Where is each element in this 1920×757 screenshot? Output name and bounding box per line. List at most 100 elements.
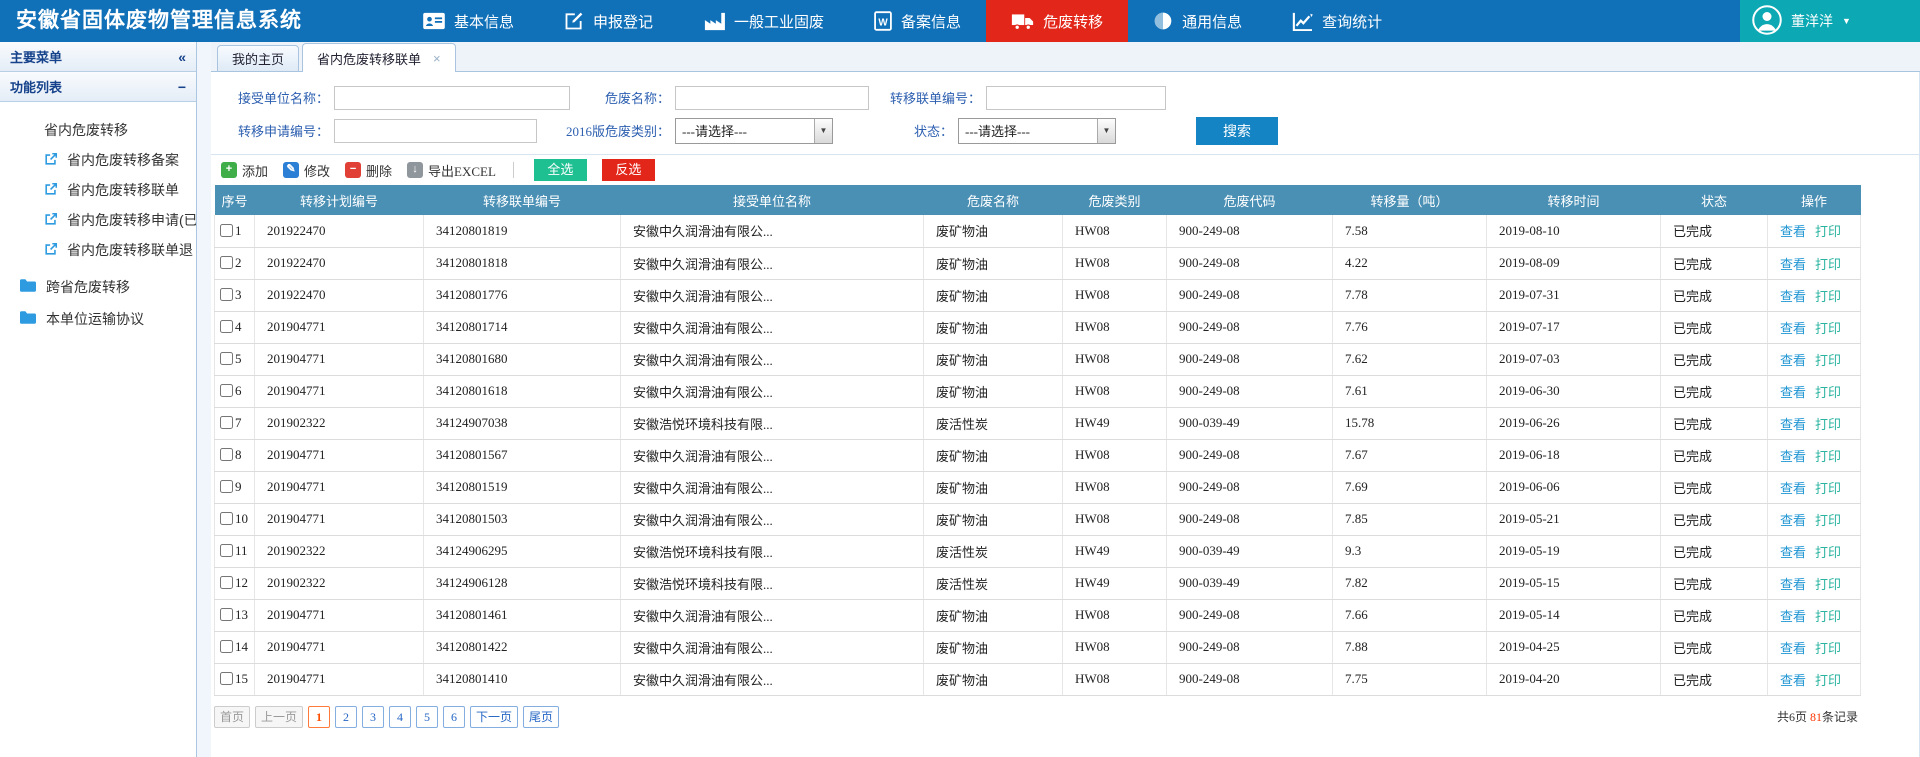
print-link[interactable]: 打印 xyxy=(1815,289,1841,304)
row-checkbox[interactable] xyxy=(220,544,233,557)
delete-button[interactable]: − 删除 xyxy=(345,161,392,180)
next-page-button[interactable]: 下一页 xyxy=(470,706,518,728)
row-checkbox[interactable] xyxy=(220,416,233,429)
row-checkbox[interactable] xyxy=(220,576,233,589)
user-menu[interactable]: 董洋洋 ▼ xyxy=(1740,0,1920,42)
search-button[interactable]: 搜索 xyxy=(1196,117,1278,145)
view-link[interactable]: 查看 xyxy=(1780,289,1806,304)
select-all-button[interactable]: 全选 xyxy=(534,159,587,181)
nav-item-record-info[interactable]: W 备案信息 xyxy=(849,0,986,42)
view-link[interactable]: 查看 xyxy=(1780,321,1806,336)
print-link[interactable]: 打印 xyxy=(1815,385,1841,400)
sidebar-link-item[interactable]: 省内危废转移联单退 xyxy=(0,235,196,265)
view-link[interactable]: 查看 xyxy=(1780,385,1806,400)
prev-page-button[interactable]: 上一页 xyxy=(255,706,303,728)
row-checkbox[interactable] xyxy=(220,256,233,269)
status-select-value: ---请选择--- xyxy=(965,121,1030,140)
print-link[interactable]: 打印 xyxy=(1815,673,1841,688)
sidebar-group-intra-province-transfer[interactable]: 省内危废转移 xyxy=(0,115,196,145)
add-button[interactable]: + 添加 xyxy=(221,161,268,180)
row-checkbox[interactable] xyxy=(220,384,233,397)
nav-item-hazardous-transfer[interactable]: 危废转移 xyxy=(986,0,1128,42)
view-link[interactable]: 查看 xyxy=(1780,545,1806,560)
status-select[interactable]: ---请选择--- ▼ xyxy=(958,118,1116,144)
nav-item-general-info[interactable]: 通用信息 xyxy=(1128,0,1267,42)
print-link[interactable]: 打印 xyxy=(1815,417,1841,432)
invert-selection-button[interactable]: 反选 xyxy=(602,159,655,181)
print-link[interactable]: 打印 xyxy=(1815,609,1841,624)
collapse-left-icon[interactable]: « xyxy=(178,49,186,65)
view-link[interactable]: 查看 xyxy=(1780,224,1806,239)
view-link[interactable]: 查看 xyxy=(1780,641,1806,656)
cell-code: 900-249-08 xyxy=(1167,631,1333,663)
minus-icon[interactable]: − xyxy=(178,79,186,95)
view-link[interactable]: 查看 xyxy=(1780,609,1806,624)
total-pages-text: 共6页 xyxy=(1777,710,1807,724)
table-row: 3 201922470 34120801776 安徽中久润滑油有限公... 废矿… xyxy=(215,279,1861,311)
sidebar-folder-item[interactable]: 本单位运输协议 xyxy=(0,303,196,335)
view-link[interactable]: 查看 xyxy=(1780,257,1806,272)
apply-no-input[interactable] xyxy=(334,119,537,143)
receiver-input[interactable] xyxy=(334,86,570,110)
row-checkbox[interactable] xyxy=(220,672,233,685)
row-checkbox[interactable] xyxy=(220,352,233,365)
view-link[interactable]: 查看 xyxy=(1780,673,1806,688)
row-checkbox[interactable] xyxy=(220,608,233,621)
sidebar-splitter[interactable] xyxy=(197,42,211,757)
edit-button[interactable]: ✎ 修改 xyxy=(283,161,330,180)
sidebar-folder-item[interactable]: 跨省危废转移 xyxy=(0,271,196,303)
page-number-button[interactable]: 4 xyxy=(389,706,411,728)
select-arrow-icon[interactable]: ▼ xyxy=(814,119,832,143)
page-number-button[interactable]: 6 xyxy=(443,706,465,728)
nav-label: 备案信息 xyxy=(901,11,961,32)
row-checkbox[interactable] xyxy=(220,320,233,333)
sidebar-link-item[interactable]: 省内危废转移备案 xyxy=(0,145,196,175)
page-number-button[interactable]: 3 xyxy=(362,706,384,728)
view-link[interactable]: 查看 xyxy=(1780,353,1806,368)
page-number-button[interactable]: 1 xyxy=(308,706,330,728)
export-excel-button[interactable]: ↓ 导出EXCEL xyxy=(407,161,496,180)
view-link[interactable]: 查看 xyxy=(1780,449,1806,464)
print-link[interactable]: 打印 xyxy=(1815,513,1841,528)
sidebar-link-item[interactable]: 省内危废转移联单 xyxy=(0,175,196,205)
view-link[interactable]: 查看 xyxy=(1780,417,1806,432)
nav-item-query-stats[interactable]: 查询统计 xyxy=(1267,0,1407,42)
close-icon[interactable]: × xyxy=(433,52,441,65)
first-page-button[interactable]: 首页 xyxy=(214,706,250,728)
manifest-no-input[interactable] xyxy=(986,86,1166,110)
row-checkbox[interactable] xyxy=(220,480,233,493)
row-checkbox[interactable] xyxy=(220,448,233,461)
nav-item-industrial-waste[interactable]: 一般工业固废 xyxy=(678,0,849,42)
sidebar-link-label: 省内危废转移联单 xyxy=(67,180,179,200)
category-select-value: ---请选择--- xyxy=(682,121,747,140)
nav-item-declare[interactable]: 申报登记 xyxy=(539,0,678,42)
waste-name-input[interactable] xyxy=(675,86,869,110)
row-checkbox[interactable] xyxy=(220,224,233,237)
print-link[interactable]: 打印 xyxy=(1815,224,1841,239)
sidebar-main-menu-header[interactable]: 主要菜单 « xyxy=(0,42,196,72)
print-link[interactable]: 打印 xyxy=(1815,449,1841,464)
tab-my-home[interactable]: 我的主页 xyxy=(217,45,299,71)
view-link[interactable]: 查看 xyxy=(1780,513,1806,528)
view-link[interactable]: 查看 xyxy=(1780,481,1806,496)
print-link[interactable]: 打印 xyxy=(1815,641,1841,656)
print-link[interactable]: 打印 xyxy=(1815,353,1841,368)
view-link[interactable]: 查看 xyxy=(1780,577,1806,592)
row-checkbox[interactable] xyxy=(220,288,233,301)
page-number-button[interactable]: 2 xyxy=(335,706,357,728)
nav-item-basic-info[interactable]: 基本信息 xyxy=(398,0,539,42)
tab-intra-province-manifest[interactable]: 省内危废转移联单 × xyxy=(302,43,456,72)
print-link[interactable]: 打印 xyxy=(1815,321,1841,336)
last-page-button[interactable]: 尾页 xyxy=(523,706,559,728)
print-link[interactable]: 打印 xyxy=(1815,481,1841,496)
sidebar-link-item[interactable]: 省内危废转移申请(已 xyxy=(0,205,196,235)
print-link[interactable]: 打印 xyxy=(1815,257,1841,272)
select-arrow-icon[interactable]: ▼ xyxy=(1097,119,1115,143)
print-link[interactable]: 打印 xyxy=(1815,545,1841,560)
print-link[interactable]: 打印 xyxy=(1815,577,1841,592)
page-number-button[interactable]: 5 xyxy=(416,706,438,728)
category-select[interactable]: ---请选择--- ▼ xyxy=(675,118,833,144)
row-checkbox[interactable] xyxy=(220,640,233,653)
sidebar-function-list-header[interactable]: 功能列表 − xyxy=(0,72,196,102)
row-checkbox[interactable] xyxy=(220,512,233,525)
